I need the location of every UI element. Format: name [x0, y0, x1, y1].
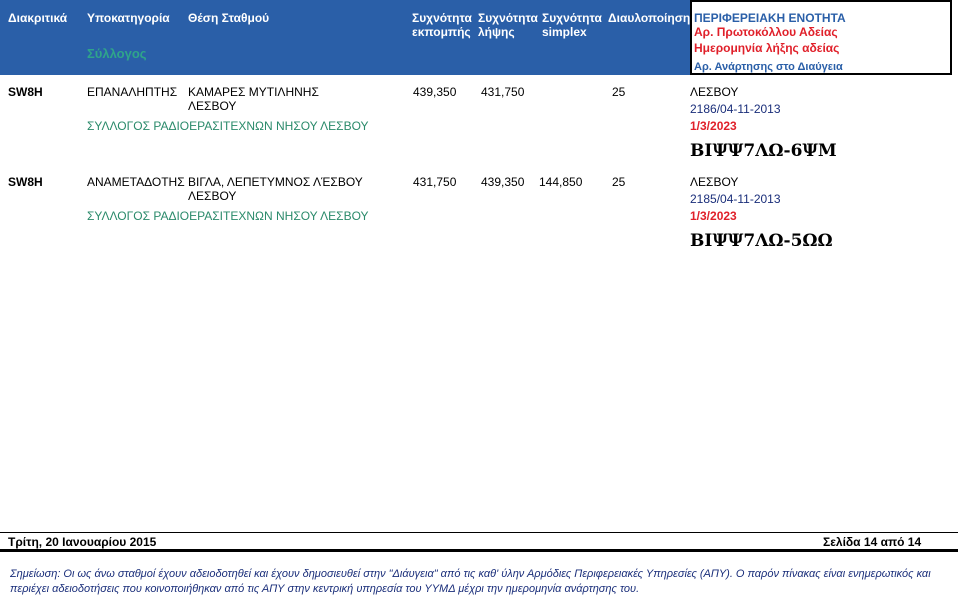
row-diavgeia-code: ΒΙΨΨ7ΛΩ-6ΨΜ [690, 141, 837, 161]
footer-date: Τρίτη, 20 Ιανουαρίου 2015 [8, 535, 157, 549]
footer-page-number: Σελίδα 14 από 14 [823, 535, 922, 549]
footer-note: Σημείωση: Οι ως άνω σταθμοί έχουν αδειοδ… [10, 568, 931, 595]
row-diavgeia-code: ΒΙΨΨ7ΛΩ-5ΩΩ [690, 231, 833, 251]
header-col-location: Θέση Σταθμού [188, 11, 270, 25]
row-callsign: SW8H [8, 175, 43, 189]
row-rx-freq: 439,350 [481, 175, 525, 189]
row-subcategory: ΕΠΑΝΑΛΗΠΤΗΣ [87, 85, 178, 99]
row-location-line2: ΛΕΣΒΟΥ [188, 189, 237, 203]
row-tx-freq: 431,750 [413, 175, 457, 189]
row-simplex: 144,850 [539, 175, 583, 189]
header-col-tx-freq-line2: εκπομπής [412, 25, 471, 39]
row-rx-freq: 431,750 [481, 85, 525, 99]
header-col-association: Σύλλογος [87, 46, 147, 61]
row-location-line2: ΛΕΣΒΟΥ [188, 99, 237, 113]
row-expiry: 1/3/2023 [690, 209, 737, 223]
row-tone: 25 [612, 85, 626, 99]
row-protocol: 2186/04-11-2013 [690, 102, 781, 116]
header-col-expiry: Ημερομηνία λήξης αδείας [694, 41, 840, 55]
header-col-rx-freq-line1: Συχνότητα [478, 11, 538, 25]
header-col-rx-freq-line2: λήψης [478, 25, 515, 39]
row-tx-freq: 439,350 [413, 85, 457, 99]
row-protocol: 2185/04-11-2013 [690, 192, 781, 206]
row-region: ΛΕΣΒΟΥ [690, 85, 739, 99]
header-col-diavgeia: Αρ. Ανάρτησης στο Διαύγεια [694, 61, 843, 73]
row-tone: 25 [612, 175, 626, 189]
row-association: ΣΥΛΛΟΓΟΣ ΡΑΔΙΟΕΡΑΣΙΤΕΧΝΩΝ ΝΗΣΟΥ ΛΕΣΒΟΥ [87, 209, 369, 223]
row-region: ΛΕΣΒΟΥ [690, 175, 739, 189]
header-col-simplex-line2: simplex [542, 25, 587, 39]
header-col-simplex-line1: Συχνότητα [542, 11, 602, 25]
row-location-line1: ΒΙΓΛΑ, ΛΕΠΕΤΥΜΝΟΣ ΛΈΣΒΟΥ [188, 175, 363, 189]
row-callsign: SW8H [8, 85, 43, 99]
row-association: ΣΥΛΛΟΓΟΣ ΡΑΔΙΟΕΡΑΣΙΤΕΧΝΩΝ ΝΗΣΟΥ ΛΕΣΒΟΥ [87, 119, 369, 133]
header-col-distinctive: Διακριτικά [8, 11, 68, 25]
row-location-line1: ΚΑΜΑΡΕΣ ΜΥΤΙΛΗΝΗΣ [188, 85, 319, 99]
header-col-subcategory: Υποκατηγορία [87, 11, 170, 25]
header-col-tx-freq-line1: Συχνότητα [412, 11, 472, 25]
header-col-tone: Διαυλοποίηση [608, 11, 691, 25]
row-expiry: 1/3/2023 [690, 119, 737, 133]
header-col-protocol: Αρ. Πρωτοκόλλου Αδείας [694, 25, 838, 39]
header-col-region: ΠΕΡΙΦΕΡΕΙΑΚΗ ΕΝΟΤΗΤΑ [694, 11, 846, 25]
row-subcategory: ΑΝΑΜΕΤΑΔΟΤΗΣ [87, 175, 185, 189]
